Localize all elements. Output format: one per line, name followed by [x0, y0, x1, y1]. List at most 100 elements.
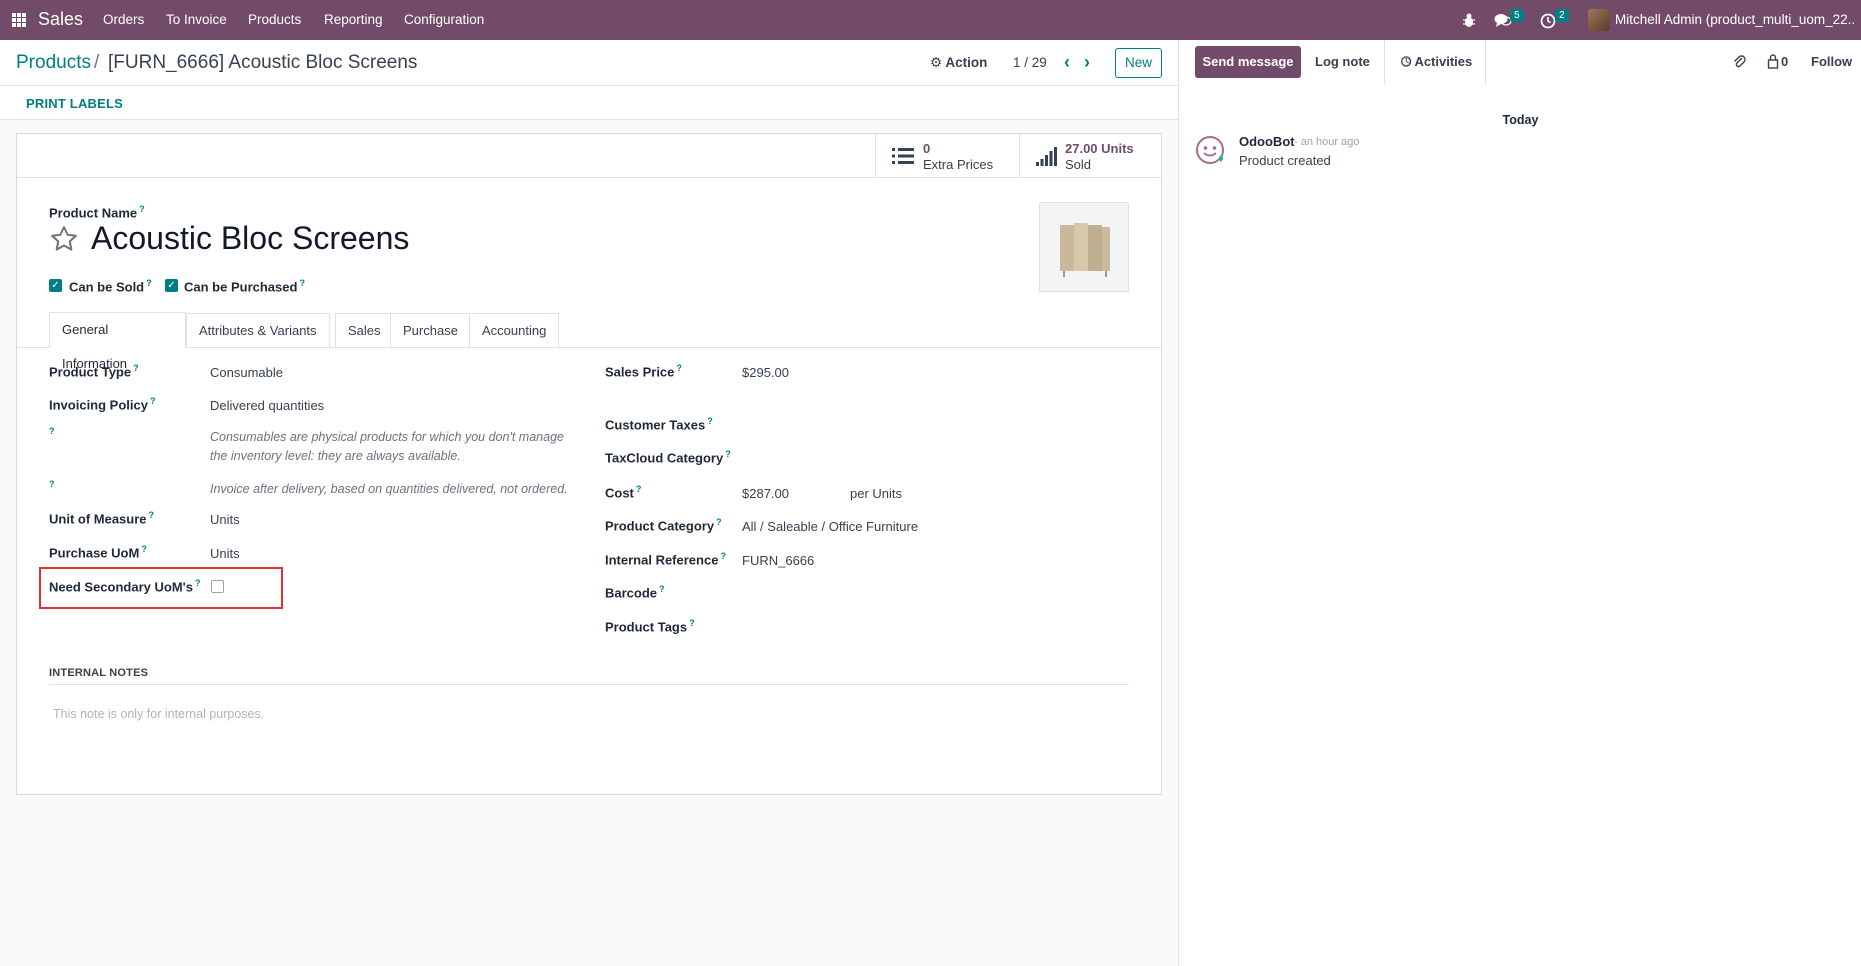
tab-sales[interactable]: Sales [335, 313, 394, 348]
form-sheet: 0 Extra Prices 27.00 Units Sold Product … [16, 133, 1162, 795]
activities-button[interactable]: 🕓︎ Activities [1401, 54, 1472, 70]
send-message-button[interactable]: Send message [1195, 46, 1301, 78]
extra-prices-button[interactable]: 0 Extra Prices [875, 134, 1019, 178]
help-tooltip-icon[interactable]: ? [139, 204, 145, 214]
extra-prices-value: 0 [923, 141, 931, 156]
internal-reference-label: Internal Reference? [605, 551, 726, 568]
cost-field[interactable]: $287.00 [742, 486, 789, 501]
tab-attributes-variants[interactable]: Attributes & Variants [186, 313, 330, 348]
menu-to-invoice[interactable]: To Invoice [166, 12, 227, 27]
action-bar: PRINT LABELS [0, 86, 1178, 120]
can-be-purchased-checkbox[interactable]: ✓ [165, 279, 178, 292]
chatter-panel: Send message Log note 🕓︎ Activities 0 Fo… [1178, 40, 1861, 966]
invoicing-policy-label: Invoicing Policy? [49, 396, 156, 413]
sales-price-field[interactable]: $295.00 [742, 365, 789, 380]
menu-configuration[interactable]: Configuration [404, 12, 484, 27]
unit-of-measure-label: Unit of Measure? [49, 510, 155, 527]
internal-notes-heading: INTERNAL NOTES [49, 667, 149, 679]
activities-badge: 2 [1555, 9, 1569, 22]
can-be-sold-label: Can be Sold? [69, 278, 152, 295]
customer-taxes-label: Customer Taxes? [605, 416, 713, 433]
chatter-divider [1384, 40, 1385, 84]
apps-menu-icon[interactable] [12, 13, 26, 27]
messages-badge: 5 [1510, 9, 1524, 22]
help-tooltip-icon[interactable]: ? [49, 426, 55, 436]
product-name-input[interactable]: Acoustic Bloc Screens [91, 220, 409, 257]
sales-price-label: Sales Price? [605, 363, 682, 380]
list-icon [892, 148, 914, 164]
notes-divider [49, 684, 1129, 685]
pager-previous-icon[interactable]: ‹ [1058, 52, 1076, 72]
sold-button[interactable]: 27.00 Units Sold [1019, 134, 1161, 178]
cost-unit: per Units [850, 486, 903, 501]
pager-next-icon[interactable]: › [1078, 52, 1096, 72]
message-author[interactable]: OdooBot [1239, 134, 1295, 149]
can-be-sold-checkbox[interactable]: ✓ [49, 279, 62, 292]
follow-button[interactable]: Follow [1811, 54, 1852, 69]
log-note-button[interactable]: Log note [1315, 54, 1370, 69]
internal-notes-field[interactable]: This note is only for internal purposes. [53, 707, 264, 721]
print-labels-button[interactable]: PRINT LABELS [26, 96, 123, 111]
new-button[interactable]: New [1115, 48, 1162, 78]
invoice-help-text: Invoice after delivery, based on quantit… [210, 482, 568, 496]
sold-label: Sold [1065, 157, 1092, 172]
unit-of-measure-field[interactable]: Units [210, 512, 240, 527]
invoicing-policy-field[interactable]: Delivered quantities [210, 398, 324, 413]
product-tags-label: Product Tags? [605, 618, 695, 635]
tab-general-information[interactable]: General Information [49, 312, 186, 371]
action-button[interactable]: ⚙ Action [930, 55, 987, 71]
help-tooltip-icon[interactable]: ? [49, 479, 55, 489]
product-image[interactable] [1039, 202, 1129, 292]
extra-prices-label: Extra Prices [923, 157, 994, 172]
lock-icon[interactable] [1767, 53, 1779, 69]
product-type-label: Product Type? [49, 363, 139, 380]
product-category-field[interactable]: All / Saleable / Office Furniture [742, 519, 918, 534]
consumable-help-text: Consumables are physical products for wh… [210, 430, 564, 463]
breadcrumb-products[interactable]: Products [16, 52, 91, 74]
tab-divider [17, 347, 1161, 348]
menu-products[interactable]: Products [248, 12, 301, 27]
sold-value: 27.00 Units [1065, 141, 1134, 156]
favorite-star-icon[interactable] [49, 224, 79, 254]
message-time: - an hour ago [1294, 136, 1360, 148]
top-navbar: Sales Orders To Invoice Products Reporti… [0, 0, 1861, 40]
chatter-divider [1485, 40, 1486, 84]
internal-reference-field[interactable]: FURN_6666 [742, 553, 814, 568]
menu-reporting[interactable]: Reporting [324, 12, 383, 27]
activities-clock-icon[interactable] [1540, 11, 1556, 29]
message-body: Product created [1239, 153, 1331, 168]
secondary-uom-checkbox[interactable] [211, 580, 224, 593]
pager-value[interactable]: 1 / 29 [1013, 55, 1047, 70]
product-type-field[interactable]: Consumable [210, 365, 283, 380]
paperclip-icon[interactable] [1732, 53, 1746, 69]
purchase-uom-field[interactable]: Units [210, 546, 240, 561]
odoobot-avatar-icon[interactable] [1195, 135, 1227, 167]
breadcrumb-separator: / [94, 52, 100, 73]
tab-accounting[interactable]: Accounting [469, 313, 560, 348]
barcode-label: Barcode? [605, 584, 665, 601]
followers-count[interactable]: 0 [1781, 54, 1788, 69]
acoustic-screen-image [1060, 223, 1110, 277]
cost-label: Cost? [605, 484, 642, 501]
clock-icon: 🕓︎ [1401, 54, 1412, 69]
debug-bug-icon[interactable] [1462, 11, 1476, 29]
taxcloud-category-label: TaxCloud Category? [605, 449, 731, 466]
activities-label: Activities [1414, 54, 1473, 69]
menu-orders[interactable]: Orders [103, 12, 144, 27]
signal-bars-icon [1036, 147, 1057, 166]
action-label: Action [945, 55, 988, 70]
breadcrumb-current: [FURN_6666] Acoustic Bloc Screens [108, 52, 418, 73]
product-name-label: Product Name? [49, 204, 145, 221]
app-name[interactable]: Sales [38, 9, 83, 30]
secondary-uom-label: Need Secondary UoM's? [49, 578, 201, 595]
product-category-label: Product Category? [605, 517, 722, 534]
date-separator: Today [1502, 113, 1539, 127]
user-avatar[interactable] [1588, 9, 1610, 31]
tab-purchase[interactable]: Purchase [390, 313, 471, 348]
smart-button-box: 0 Extra Prices 27.00 Units Sold [17, 134, 1161, 178]
control-panel: Products / [FURN_6666] Acoustic Bloc Scr… [0, 40, 1178, 86]
purchase-uom-label: Purchase UoM? [49, 544, 147, 561]
user-menu[interactable]: Mitchell Admin (product_multi_uom_22... [1615, 12, 1855, 27]
gear-icon: ⚙ [930, 55, 943, 70]
active-tab-gap [50, 347, 185, 349]
